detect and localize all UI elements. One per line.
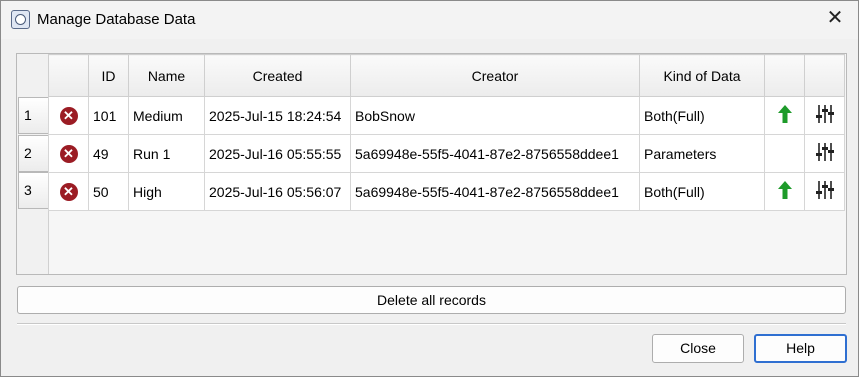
row-header-3[interactable]: 3	[18, 172, 49, 209]
cell-name[interactable]: Medium	[128, 96, 205, 135]
settings-sliders-icon[interactable]	[815, 179, 835, 204]
settings-sliders-icon[interactable]	[815, 103, 835, 128]
close-window-icon[interactable]: ✕	[824, 7, 846, 29]
row-header-column: 1 2 3	[17, 54, 49, 274]
app-icon	[11, 10, 30, 29]
cell-id[interactable]: 50	[88, 172, 129, 211]
cell-created[interactable]: 2025-Jul-16 05:55:55	[204, 134, 351, 173]
row-header-2[interactable]: 2	[18, 135, 49, 172]
upload-arrow-icon[interactable]	[777, 104, 793, 127]
cell-kind[interactable]: Both(Full)	[639, 96, 765, 135]
cell-creator[interactable]: 5a69948e-55f5-4041-87e2-8756558ddee1	[350, 134, 640, 173]
cell-kind[interactable]: Parameters	[639, 134, 765, 173]
col-header-upload[interactable]	[764, 54, 805, 97]
col-header-id[interactable]: ID	[88, 54, 129, 97]
settings-sliders-icon[interactable]	[815, 141, 835, 166]
cell-id[interactable]: 49	[88, 134, 129, 173]
upload-arrow-icon[interactable]	[777, 180, 793, 203]
delete-all-records-button[interactable]: Delete all records	[17, 286, 846, 314]
records-grid: 1 2 3 ID Name Created Creator Kind of Da…	[16, 53, 847, 275]
row-header-1[interactable]: 1	[18, 97, 49, 134]
cell-creator[interactable]: 5a69948e-55f5-4041-87e2-8756558ddee1	[350, 172, 640, 211]
cell-created[interactable]: 2025-Jul-15 18:24:54	[204, 96, 351, 135]
cell-created[interactable]: 2025-Jul-16 05:56:07	[204, 172, 351, 211]
help-button[interactable]: Help	[754, 334, 847, 363]
footer-separator	[17, 323, 846, 325]
col-header-kind[interactable]: Kind of Data	[639, 54, 765, 97]
delete-record-icon[interactable]: ✕	[59, 144, 78, 163]
title-bar: Manage Database Data ✕	[1, 1, 858, 39]
delete-record-icon[interactable]: ✕	[59, 106, 78, 125]
records-table: ID Name Created Creator Kind of Data ✕ 1…	[48, 54, 845, 211]
cell-name[interactable]: High	[128, 172, 205, 211]
close-button[interactable]: Close	[652, 334, 744, 363]
dialog-window: Manage Database Data ✕ 1 2 3 ID Name Cre…	[0, 0, 859, 377]
cell-kind[interactable]: Both(Full)	[639, 172, 765, 211]
col-header-name[interactable]: Name	[128, 54, 205, 97]
delete-record-icon[interactable]: ✕	[59, 182, 78, 201]
col-header-delete[interactable]	[48, 54, 89, 97]
cell-id[interactable]: 101	[88, 96, 129, 135]
col-header-created[interactable]: Created	[204, 54, 351, 97]
table-row: ✕ 101 Medium 2025-Jul-15 18:24:54 BobSno…	[48, 96, 845, 135]
col-header-tools[interactable]	[804, 54, 845, 97]
table-row: ✕ 49 Run 1 2025-Jul-16 05:55:55 5a69948e…	[48, 134, 845, 173]
cell-name[interactable]: Run 1	[128, 134, 205, 173]
col-header-creator[interactable]: Creator	[350, 54, 640, 97]
cell-upload-empty	[764, 134, 805, 173]
table-row: ✕ 50 High 2025-Jul-16 05:56:07 5a69948e-…	[48, 172, 845, 211]
cell-creator[interactable]: BobSnow	[350, 96, 640, 135]
window-title: Manage Database Data	[37, 11, 196, 28]
